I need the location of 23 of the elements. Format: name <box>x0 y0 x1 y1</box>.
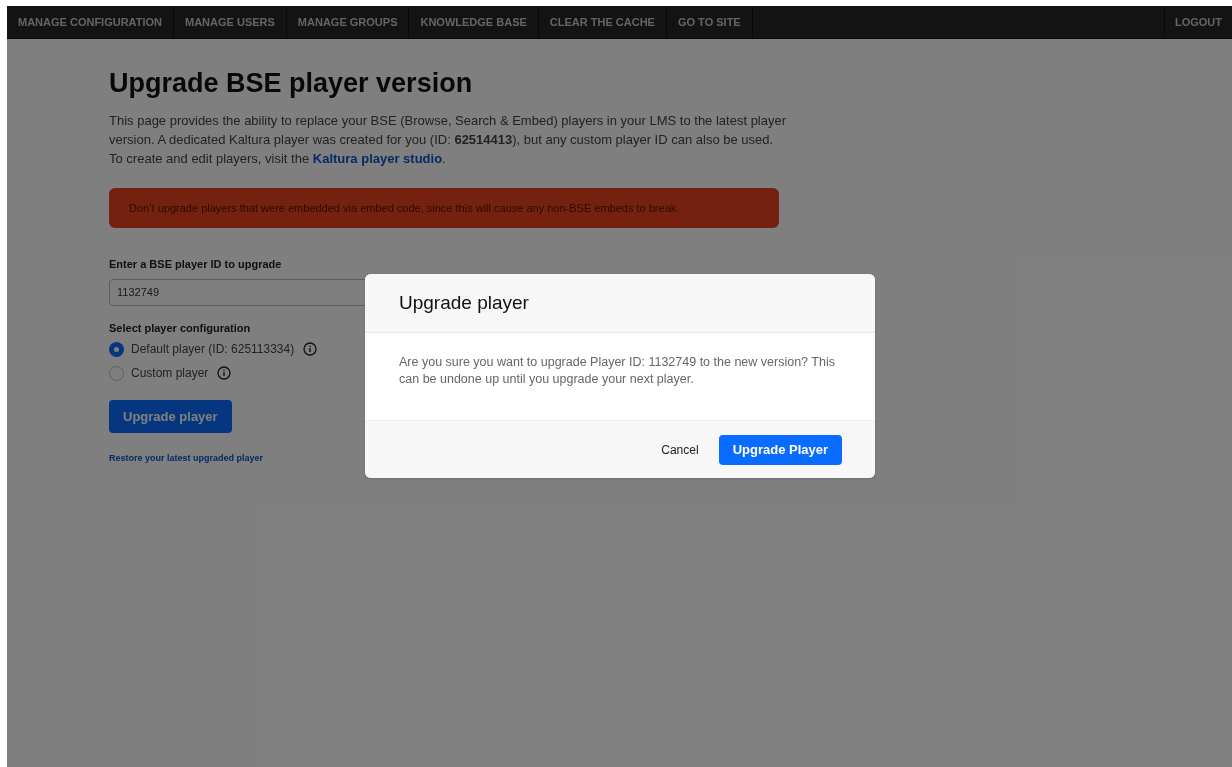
dialog-message: Are you sure you want to upgrade Player ID: 1132749 to the new version? This can be undone up until you upgrade your next player. <box>399 354 836 388</box>
radio-label: Custom player <box>131 365 209 383</box>
nav-link[interactable]: GO TO SITE <box>666 6 753 38</box>
nav-link[interactable]: MANAGE GROUPS <box>286 6 410 38</box>
cancel-button[interactable]: Cancel <box>659 440 701 459</box>
nav-link[interactable]: MANAGE CONFIGURATION <box>7 6 174 38</box>
restore-link[interactable]: Restore your latest upgraded player <box>109 452 264 466</box>
radio-button[interactable] <box>109 341 124 357</box>
nav-link[interactable]: KNOWLEDGE BASE <box>409 6 539 38</box>
info-icon <box>217 366 232 381</box>
info-icon <box>303 342 318 357</box>
logout-link[interactable]: LOGOUT <box>1163 6 1232 38</box>
radio-button[interactable] <box>109 365 124 381</box>
page-title: Upgrade BSE player version <box>109 67 474 100</box>
field-label: Enter a BSE player ID to upgrade <box>109 257 283 273</box>
field-label: Select player configuration <box>109 320 252 336</box>
upgrade-player-button[interactable]: Upgrade player <box>109 400 232 434</box>
nav-link[interactable]: CLEAR THE CACHE <box>538 6 667 38</box>
upgrade-player-button[interactable]: Upgrade Player <box>718 434 842 465</box>
warning-banner: Don’t upgrade players that were embedded via embed code, since this will cause any non-BSE embeds to break. <box>109 187 779 229</box>
nav-link[interactable]: MANAGE USERS <box>174 6 287 38</box>
radio-label: Default player (ID: 625113334) <box>131 341 295 359</box>
intro-paragraph: This page provides the ability to replace your BSE (Browse, Search & Embed) players in your LMS to the latest player version. A dedicated Kaltura player was created for you (ID: 62514413), but any custom player ID can also be used. To create and edit players, visit the Kaltura player studio. <box>109 111 788 168</box>
